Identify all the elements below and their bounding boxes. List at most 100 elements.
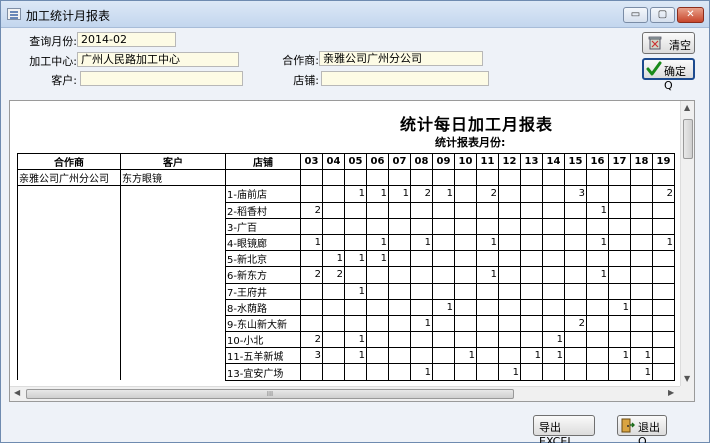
table-row: 9-东山新大新 1 2 <box>17 314 675 333</box>
count-cell <box>630 298 653 316</box>
count-cell: 1 <box>476 266 499 284</box>
store-cell: 4-眼镜廊 <box>225 233 301 252</box>
count-cell: 2 <box>300 266 323 284</box>
export-excel-button[interactable]: 导出EXCEL <box>533 415 595 443</box>
store-cell: 7-王府井 <box>225 282 301 300</box>
vertical-scrollbar[interactable]: ▲ ▼ <box>680 101 694 386</box>
empty-cell <box>17 266 121 283</box>
empty-cell <box>630 169 653 187</box>
vertical-scroll-thumb[interactable] <box>683 119 693 159</box>
scroll-left-icon[interactable]: ◀ <box>14 388 20 397</box>
count-cell <box>322 314 345 333</box>
column-header: 10 <box>454 152 477 171</box>
count-cell <box>476 314 499 333</box>
minimize-button[interactable]: ▭ <box>623 7 648 23</box>
count-cell <box>454 201 477 219</box>
count-cell: 1 <box>344 282 367 300</box>
count-cell <box>652 363 675 381</box>
count-cell <box>322 282 345 300</box>
count-cell <box>608 314 631 333</box>
count-cell <box>344 314 367 333</box>
close-button[interactable]: ✕ <box>677 7 704 23</box>
count-cell <box>608 363 631 381</box>
count-cell <box>476 217 499 235</box>
count-cell <box>432 282 455 300</box>
count-cell <box>432 314 455 333</box>
store-cell: 11-五羊新城 <box>225 347 301 365</box>
scroll-right-icon[interactable]: ▶ <box>668 388 674 397</box>
count-cell <box>520 185 543 203</box>
column-header: 客户 <box>120 152 226 171</box>
count-cell <box>366 298 389 316</box>
column-header: 13 <box>520 152 543 171</box>
scroll-down-icon[interactable]: ▼ <box>684 374 690 383</box>
count-cell <box>410 298 433 316</box>
count-cell <box>520 298 543 316</box>
count-cell <box>498 217 521 235</box>
store-field[interactable] <box>321 71 489 86</box>
count-cell <box>454 185 477 203</box>
count-cell <box>564 233 587 252</box>
empty-cell <box>17 299 121 316</box>
store-cell: 1-庙前店 <box>225 185 301 203</box>
table-row: 5-新北京 1 1 1 <box>17 250 675 268</box>
count-cell <box>300 250 323 268</box>
count-cell: 1 <box>454 347 477 365</box>
count-cell <box>410 266 433 284</box>
count-cell <box>608 233 631 252</box>
center-label: 加工中心: <box>29 55 77 68</box>
count-cell: 1 <box>476 233 499 252</box>
exit-button[interactable]: 退出Q <box>617 415 667 443</box>
confirm-button[interactable]: 确定Q <box>642 58 695 92</box>
count-cell <box>498 185 521 203</box>
empty-cell <box>120 218 226 235</box>
count-cell <box>300 217 323 235</box>
table-row: 11-五羊新城 3 1 1 1 1 1 1 <box>17 347 675 365</box>
month-field[interactable]: 2014-02 <box>77 32 176 47</box>
partner-field[interactable]: 亲雅公司广州分公司 <box>319 51 483 66</box>
scroll-up-icon[interactable]: ▲ <box>684 103 690 112</box>
column-header: 07 <box>388 152 411 171</box>
count-cell <box>652 331 675 349</box>
horizontal-scrollbar[interactable]: ◀ III ▶ <box>10 386 680 401</box>
count-cell: 1 <box>344 185 367 203</box>
checkmark-icon <box>646 61 662 80</box>
empty-cell <box>586 169 609 187</box>
count-cell <box>586 282 609 300</box>
horizontal-scroll-thumb[interactable]: III <box>26 389 514 399</box>
count-cell <box>586 250 609 268</box>
count-cell <box>608 282 631 300</box>
count-cell <box>432 331 455 349</box>
empty-cell <box>17 218 121 235</box>
count-cell <box>366 347 389 365</box>
count-cell <box>322 185 345 203</box>
count-cell <box>476 250 499 268</box>
store-cell: 5-新北京 <box>225 250 301 268</box>
empty-cell <box>388 169 411 187</box>
count-cell <box>432 201 455 219</box>
center-field[interactable]: 广州人民路加工中心 <box>77 52 239 67</box>
report-viewer: 统计每日加工月报表 统计报表月份: 合作商 客户 店铺 03 04 05 06 07 08 09 1… <box>9 100 695 402</box>
count-cell: 1 <box>344 331 367 349</box>
count-cell <box>476 331 499 349</box>
customer-field[interactable] <box>80 71 243 86</box>
count-cell: 2 <box>410 185 433 203</box>
table-row: 4-眼镜廊 1 1 1 1 1 1 <box>17 233 675 252</box>
count-cell <box>542 217 565 235</box>
count-cell <box>366 363 389 381</box>
count-cell <box>366 201 389 219</box>
empty-cell <box>120 299 226 316</box>
empty-cell <box>17 283 121 300</box>
column-header: 15 <box>564 152 587 171</box>
table-row: 13-宜安广场 1 1 1 <box>17 363 675 381</box>
clear-button[interactable]: 清空 <box>642 32 695 54</box>
maximize-button[interactable]: ▢ <box>650 7 675 23</box>
count-cell <box>630 266 653 284</box>
count-cell: 1 <box>608 347 631 365</box>
count-cell: 1 <box>366 185 389 203</box>
confirm-label: 确定Q <box>664 65 686 92</box>
count-cell <box>322 363 345 381</box>
count-cell: 1 <box>608 298 631 316</box>
column-header: 09 <box>432 152 455 171</box>
column-header: 11 <box>476 152 499 171</box>
